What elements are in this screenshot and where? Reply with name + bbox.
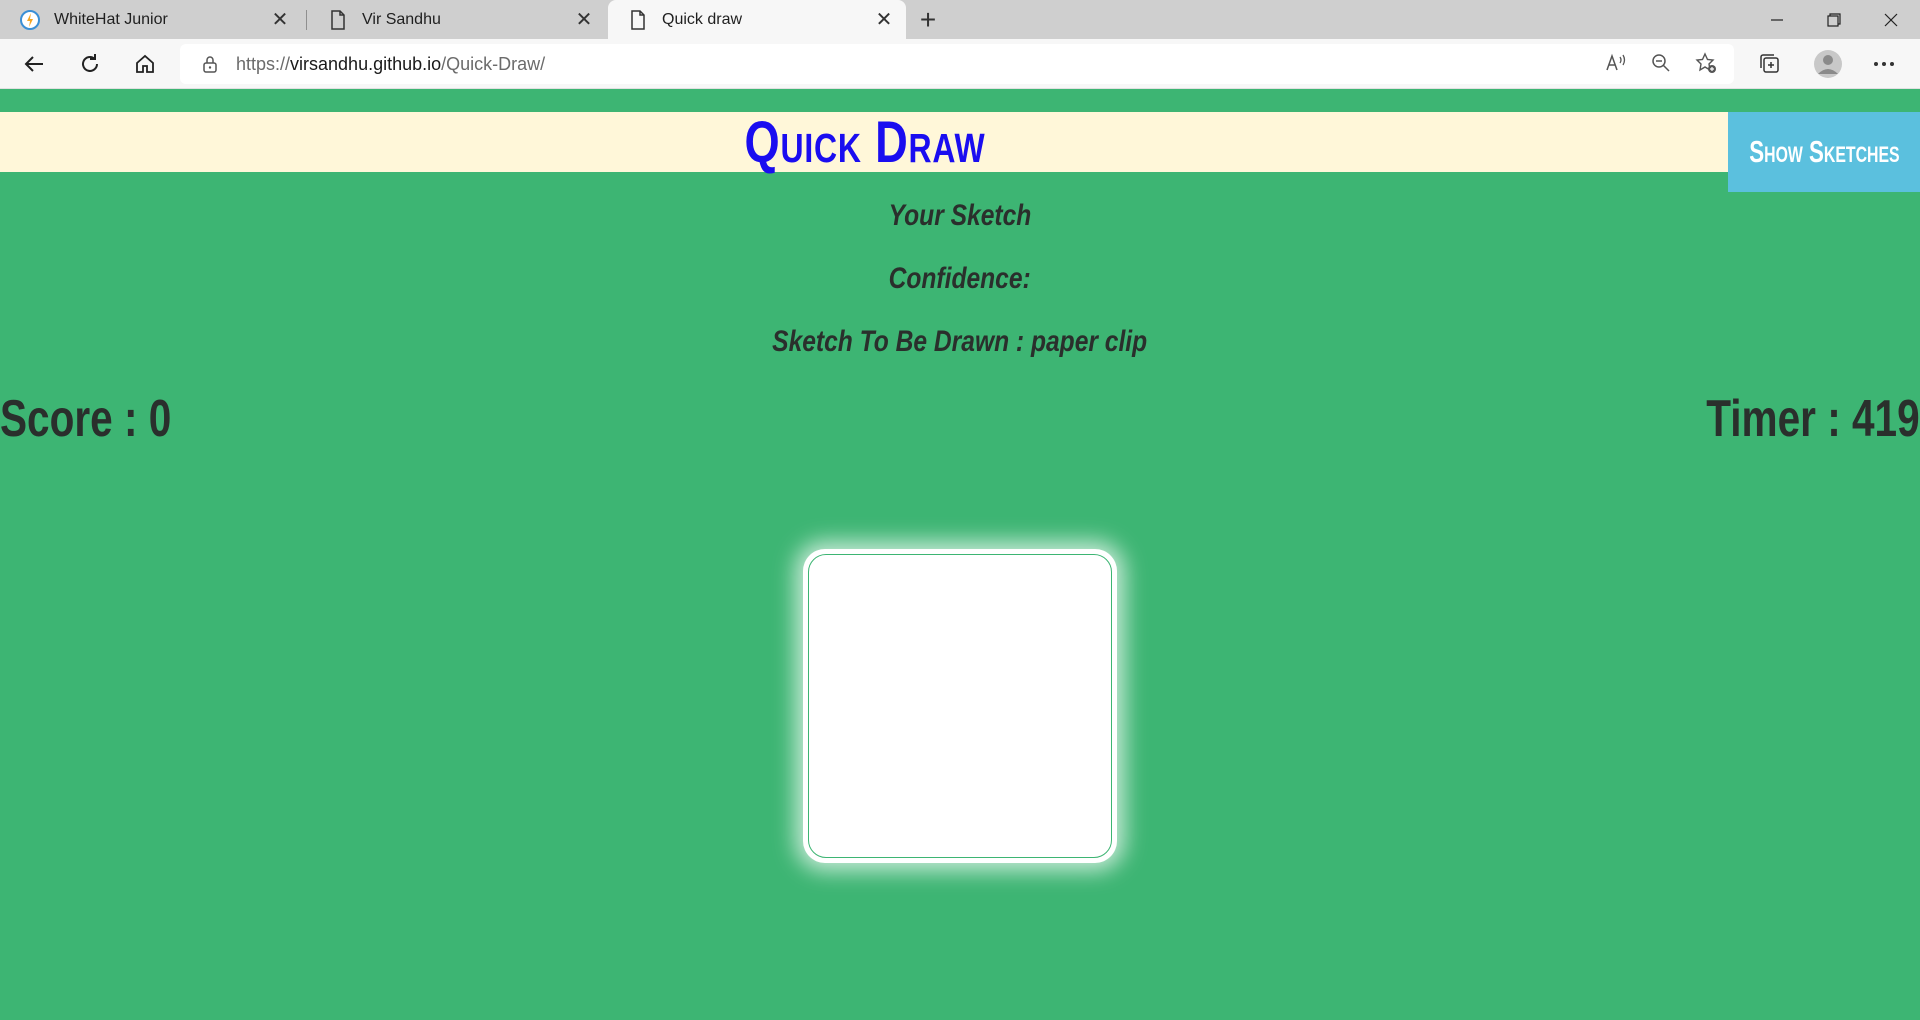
confidence-text: Confidence:: [888, 262, 1032, 295]
lock-icon[interactable]: [200, 54, 220, 74]
back-arrow-icon[interactable]: [16, 46, 52, 82]
new-tab-icon[interactable]: +: [912, 4, 944, 36]
your-sketch-label: Your Sketch: [0, 199, 1920, 233]
collections-icon[interactable]: [1754, 48, 1786, 80]
show-sketches-label: Show Sketches: [1748, 134, 1900, 169]
home-icon[interactable]: [127, 46, 163, 82]
page-icon: [628, 9, 648, 30]
page-icon: [328, 9, 348, 30]
address-bar[interactable]: https://virsandhu.github.io/Quick-Draw/: [180, 44, 1734, 84]
url-text: https://virsandhu.github.io/Quick-Draw/: [236, 54, 545, 75]
score-display: Score : 0: [0, 390, 172, 448]
url-path: /Quick-Draw/: [441, 53, 546, 74]
tab-divider: [306, 10, 307, 30]
close-tab-icon[interactable]: ✕: [572, 8, 596, 32]
profile-avatar-icon[interactable]: [1812, 48, 1844, 80]
minimize-icon[interactable]: [1748, 0, 1806, 39]
restore-icon[interactable]: [1805, 0, 1863, 39]
page-title: Quick Draw: [744, 110, 986, 175]
close-window-icon[interactable]: [1862, 0, 1920, 39]
close-tab-icon[interactable]: ✕: [872, 8, 896, 32]
tab-vir-sandhu[interactable]: Vir Sandhu ✕: [308, 0, 606, 39]
tab-quick-draw[interactable]: Quick draw ✕: [608, 0, 906, 39]
refresh-icon[interactable]: [72, 46, 108, 82]
browser-toolbar: https://virsandhu.github.io/Quick-Draw/: [0, 39, 1920, 89]
add-favorite-icon[interactable]: [1692, 49, 1720, 77]
sketch-to-draw-label: Sketch To Be Drawn : paper clip: [0, 325, 1920, 359]
canvas-border: [808, 554, 1112, 858]
your-sketch-text: Your Sketch: [888, 199, 1032, 232]
timer-display: Timer : 419: [1706, 390, 1920, 448]
tab-whitehat-junior[interactable]: WhiteHat Junior ✕: [0, 0, 302, 39]
tab-title: Vir Sandhu: [362, 10, 441, 28]
sketch-to-draw-text: Sketch To Be Drawn : paper clip: [772, 325, 1148, 358]
more-options-icon[interactable]: [1868, 48, 1900, 80]
url-host: virsandhu.github.io: [290, 53, 442, 74]
zoom-out-icon[interactable]: [1647, 49, 1675, 77]
whitehat-favicon-icon: [20, 9, 40, 30]
drawing-canvas[interactable]: [803, 549, 1117, 863]
tab-title: Quick draw: [662, 10, 743, 28]
confidence-label: Confidence:: [0, 262, 1920, 296]
read-aloud-icon[interactable]: [1602, 49, 1630, 77]
close-tab-icon[interactable]: ✕: [268, 8, 292, 32]
quick-draw-page: Quick Draw Show Sketches Your Sketch Con…: [0, 89, 1920, 1020]
tab-strip: WhiteHat Junior ✕ Vir Sandhu ✕ Quick dra…: [0, 0, 1920, 39]
tab-title: WhiteHat Junior: [54, 10, 168, 28]
url-prefix: https://: [236, 53, 291, 74]
show-sketches-button[interactable]: Show Sketches: [1728, 112, 1920, 192]
